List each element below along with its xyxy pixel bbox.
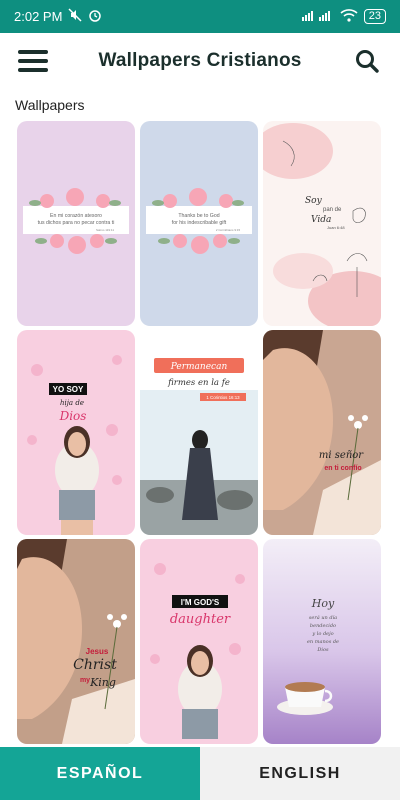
- wallpaper-text: Hoy: [311, 597, 335, 610]
- wallpaper-text: Juan 6:48: [327, 225, 345, 230]
- wallpaper-text: Salmo 119:11: [96, 228, 114, 232]
- wallpaper-card-9[interactable]: Hoy será un día bendecido y lo dejo en m…: [263, 539, 381, 744]
- wallpaper-thumbnail: Hoy será un día bendecido y lo dejo en m…: [263, 539, 381, 744]
- alarm-icon: [88, 8, 102, 25]
- wallpaper-thumbnail: Permanecan firmes en la fe 1 Corintios 1…: [140, 330, 258, 535]
- tab-english[interactable]: ENGLISH: [200, 747, 400, 800]
- wallpaper-thumbnail: En mi corazón atesoro tus dichos para no…: [17, 121, 135, 326]
- wallpaper-text: Soy: [305, 196, 323, 206]
- section-label: Wallpapers: [15, 97, 85, 113]
- wallpaper-text: y lo dejo: [311, 631, 333, 637]
- wallpaper-thumbnail: YO SOY hija de Dios: [17, 330, 135, 535]
- wallpaper-card-5[interactable]: Permanecan firmes en la fe 1 Corintios 1…: [140, 330, 258, 535]
- wallpaper-text: Christ: [73, 657, 117, 673]
- wallpaper-card-1[interactable]: En mi corazón atesoro tus dichos para no…: [17, 121, 135, 326]
- wallpaper-text: daughter: [170, 612, 231, 627]
- wallpaper-text: Thanks be to God: [178, 213, 219, 219]
- wallpaper-text: será un día: [309, 614, 337, 621]
- wallpaper-text: King: [89, 676, 116, 689]
- wallpaper-text: for his indescribable gift: [172, 220, 227, 226]
- wallpaper-text: en ti confío: [324, 465, 361, 472]
- wallpaper-card-2[interactable]: Thanks be to God for his indescribable g…: [140, 121, 258, 326]
- mute-icon: [68, 8, 82, 25]
- wallpaper-text: firmes en la fe: [167, 378, 230, 388]
- signal-icon: [301, 9, 334, 24]
- wallpaper-text: En mi corazón atesoro: [50, 213, 102, 219]
- wallpaper-text: I'M GOD'S: [181, 598, 220, 607]
- menu-button[interactable]: [16, 44, 50, 78]
- wallpaper-text: my: [80, 677, 90, 684]
- battery-icon: 23: [363, 9, 386, 24]
- wallpaper-text: en manos de: [307, 639, 339, 645]
- wallpaper-text: YO SOY: [53, 385, 84, 394]
- wallpaper-thumbnail: Jesus Christ my King: [17, 539, 135, 744]
- wallpaper-thumbnail: Thanks be to God for his indescribable g…: [140, 121, 258, 326]
- wallpaper-text: 1 Corintios 16:13: [206, 395, 240, 400]
- wallpaper-text: 2 Corinthians 9:15: [216, 228, 241, 232]
- wallpaper-text: pan de: [323, 207, 342, 213]
- wallpaper-card-8[interactable]: I'M GOD'S daughter: [140, 539, 258, 744]
- hamburger-icon: [18, 50, 48, 72]
- app-title: Wallpapers Cristianos: [98, 50, 302, 71]
- wallpaper-text: tus dichos para no pecar contra ti: [38, 220, 115, 226]
- wallpaper-card-6[interactable]: mi señor en ti confío: [263, 330, 381, 535]
- wallpaper-text: Dios: [59, 409, 87, 423]
- status-bar: 2:02 PM 23: [0, 0, 400, 33]
- wallpaper-card-7[interactable]: Jesus Christ my King: [17, 539, 135, 744]
- language-tabs: ESPAÑOL ENGLISH: [0, 747, 400, 800]
- wallpaper-text: hija de: [60, 399, 84, 407]
- tab-espanol[interactable]: ESPAÑOL: [0, 747, 200, 800]
- wifi-icon: [340, 8, 358, 25]
- wallpaper-card-4[interactable]: YO SOY hija de Dios: [17, 330, 135, 535]
- wallpaper-text: mi señor: [319, 450, 364, 461]
- wallpaper-thumbnail: mi señor en ti confío: [263, 330, 381, 535]
- wallpaper-thumbnail: I'M GOD'S daughter: [140, 539, 258, 744]
- wallpaper-text: Jesus: [86, 647, 109, 656]
- app-bar: Wallpapers Cristianos: [0, 33, 400, 89]
- wallpaper-grid: En mi corazón atesoro tus dichos para no…: [17, 121, 383, 744]
- wallpaper-thumbnail: Soy pan de Vida Juan 6:48: [263, 121, 381, 326]
- wallpaper-text: Permanecan: [170, 362, 228, 372]
- wallpaper-text: Dios: [316, 647, 329, 653]
- wallpaper-card-3[interactable]: Soy pan de Vida Juan 6:48: [263, 121, 381, 326]
- wallpaper-text: Vida: [311, 215, 331, 225]
- search-button[interactable]: [350, 44, 384, 78]
- status-time: 2:02 PM: [14, 9, 63, 24]
- wallpaper-text: bendecido: [310, 623, 336, 629]
- search-icon: [356, 50, 379, 73]
